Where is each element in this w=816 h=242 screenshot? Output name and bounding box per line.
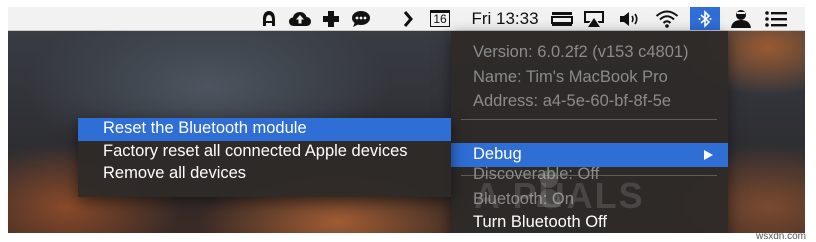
source-credit: wsxdn.com (756, 231, 807, 242)
remove-all-devices-item[interactable]: Remove all devices (78, 163, 451, 186)
debug-submenu: Reset the Bluetooth module Factory reset… (78, 118, 451, 197)
alfred-hat-icon[interactable] (258, 7, 280, 30)
reset-bluetooth-module-item[interactable]: Reset the Bluetooth module (78, 118, 451, 141)
calendar-icon[interactable]: 16 (428, 7, 452, 30)
debug-menu-item[interactable]: Debug (451, 143, 728, 167)
factory-reset-devices-item[interactable]: Factory reset all connected Apple device… (78, 141, 451, 164)
device-name-info: Name: Tim's MacBook Pro (473, 68, 668, 86)
chat-bubble-icon[interactable] (349, 7, 373, 30)
menu-bar: 16 Fri 13:33 (8, 7, 805, 31)
cloud-upload-icon[interactable] (287, 7, 313, 30)
reset-bluetooth-module-label: Reset the Bluetooth module (103, 119, 307, 137)
screenshot-frame: 16 Fri 13:33 Version: 6.0.2f2 (v153 c480… (8, 7, 805, 233)
list-menu-icon[interactable] (762, 7, 790, 30)
submenu-arrow-icon (704, 150, 713, 160)
screen-mirror-icon[interactable] (550, 7, 574, 30)
user-silhouette-icon[interactable] (728, 7, 754, 30)
bluetooth-icon[interactable] (690, 7, 720, 30)
chevron-right-icon[interactable] (400, 7, 416, 30)
debug-label: Debug (473, 145, 522, 163)
remove-all-devices-label: Remove all devices (103, 164, 247, 182)
volume-icon[interactable] (618, 7, 642, 30)
version-info: Version: 6.0.2f2 (v153 c4801) (473, 43, 689, 61)
appuals-mascot-icon (537, 170, 561, 207)
menu-separator (461, 119, 717, 120)
wifi-icon[interactable] (653, 7, 681, 30)
calendar-day-label: 16 (433, 12, 447, 26)
airplay-icon[interactable] (581, 7, 607, 30)
medical-cross-icon[interactable] (320, 7, 342, 30)
factory-reset-devices-label: Factory reset all connected Apple device… (103, 142, 408, 160)
menubar-clock[interactable]: Fri 13:33 (469, 7, 541, 30)
address-info: Address: a4-5e-60-bf-8f-5e (473, 92, 672, 110)
